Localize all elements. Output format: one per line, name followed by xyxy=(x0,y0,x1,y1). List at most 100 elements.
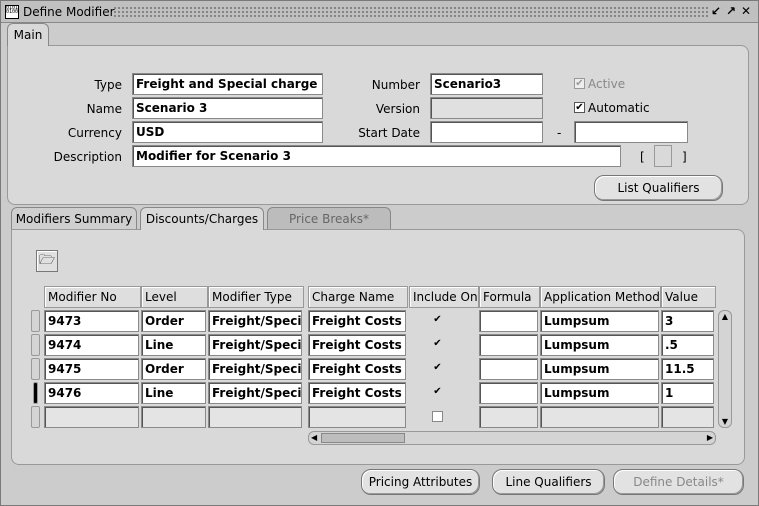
cell-modifier-type[interactable] xyxy=(208,406,302,428)
scroll-right-icon[interactable]: ▶ xyxy=(707,432,713,444)
start-date-label: Start Date xyxy=(358,126,420,140)
cell-application-method[interactable]: Lumpsum xyxy=(540,334,659,356)
number-field[interactable]: Scenario3 xyxy=(430,73,543,95)
automatic-check-icon: ✔ xyxy=(575,102,584,113)
cell-level[interactable]: Order xyxy=(141,310,206,332)
window-title: Define Modifier xyxy=(23,5,115,19)
version-field xyxy=(430,97,543,119)
list-qualifiers-button[interactable]: List Qualifiers xyxy=(594,175,723,201)
tab-main[interactable]: Main xyxy=(7,23,49,46)
cell-charge-name[interactable]: Freight Costs xyxy=(308,334,406,356)
cell-level[interactable]: Line xyxy=(141,334,206,356)
cell-modifier-no[interactable]: 9473 xyxy=(44,310,139,332)
horizontal-scroll-thumb[interactable] xyxy=(321,433,405,443)
cell-modifier-type[interactable]: Freight/Specia xyxy=(208,310,302,332)
cell-application-method[interactable] xyxy=(540,406,659,428)
number-label: Number xyxy=(371,78,420,92)
row-selector[interactable] xyxy=(31,334,40,356)
row-selector[interactable] xyxy=(33,382,38,404)
include-on-checkbox[interactable] xyxy=(432,411,443,422)
cell-modifier-no[interactable] xyxy=(44,406,139,428)
row-selector[interactable] xyxy=(31,310,40,332)
define-modifier-window: 0101 0100 Define Modifier ↙ ↗ ✕ Main Typ… xyxy=(0,0,759,506)
header-modifier-no: Modifier No xyxy=(44,286,141,308)
scroll-down-icon[interactable]: ▼ xyxy=(720,417,730,426)
name-field[interactable]: Scenario 3 xyxy=(132,97,323,119)
tab-discounts-charges[interactable]: Discounts/Charges xyxy=(140,207,264,230)
cell-application-method[interactable]: Lumpsum xyxy=(540,382,659,404)
cell-charge-name[interactable] xyxy=(308,406,406,428)
folder-open-icon[interactable]: 🗁 xyxy=(36,250,58,272)
cell-value[interactable] xyxy=(661,406,714,428)
cell-value[interactable]: 11.5 xyxy=(661,358,714,380)
cell-level[interactable]: Line xyxy=(141,382,206,404)
header-include-on: Include On xyxy=(409,286,479,308)
minimize-icon[interactable]: ↙ xyxy=(710,4,722,18)
header-charge-name: Charge Name xyxy=(308,286,408,308)
include-on-checkbox[interactable]: ✔ xyxy=(432,315,443,326)
cell-modifier-type[interactable]: Freight/Specia xyxy=(208,382,302,404)
scroll-left-icon[interactable]: ◀ xyxy=(311,432,317,444)
title-bar[interactable]: 0101 0100 Define Modifier ↙ ↗ ✕ xyxy=(1,1,758,23)
start-date-field[interactable] xyxy=(430,121,543,143)
end-date-field[interactable] xyxy=(574,121,688,143)
cell-modifier-no[interactable]: 9476 xyxy=(44,382,139,404)
cell-formula[interactable] xyxy=(479,406,538,428)
description-field[interactable]: Modifier for Scenario 3 xyxy=(132,145,621,167)
include-on-check-icon: ✔ xyxy=(433,314,442,325)
tab-modifiers-summary[interactable]: Modifiers Summary xyxy=(11,207,137,231)
cell-modifier-type[interactable]: Freight/Specia xyxy=(208,358,302,380)
header-modifier-type: Modifier Type xyxy=(208,286,304,308)
cell-value[interactable]: .5 xyxy=(661,334,714,356)
include-on-check-icon: ✔ xyxy=(433,362,442,373)
horizontal-scrollbar[interactable]: ◀ ▶ xyxy=(308,431,716,445)
row-selector[interactable] xyxy=(31,406,40,428)
cell-charge-name[interactable]: Freight Costs xyxy=(308,310,406,332)
maximize-icon[interactable]: ↗ xyxy=(725,4,737,18)
cell-value[interactable]: 3 xyxy=(661,310,714,332)
include-on-checkbox[interactable]: ✔ xyxy=(432,387,443,398)
include-on-checkbox[interactable]: ✔ xyxy=(432,339,443,350)
active-label: Active xyxy=(588,77,626,91)
tab-discounts-charges-label: Discounts/Charges xyxy=(145,212,259,226)
discounts-charges-panel: 🗁 Modifier No Level Modifier Type Charge… xyxy=(11,229,745,465)
cell-level[interactable] xyxy=(141,406,206,428)
type-label: Type xyxy=(94,78,122,92)
cell-application-method[interactable]: Lumpsum xyxy=(540,310,659,332)
currency-label: Currency xyxy=(67,126,122,140)
header-formula: Formula xyxy=(479,286,540,308)
define-details-button: Define Details* xyxy=(613,469,744,495)
automatic-label: Automatic xyxy=(588,101,650,115)
cell-value[interactable]: 1 xyxy=(661,382,714,404)
close-icon[interactable]: ✕ xyxy=(740,4,752,18)
cell-formula[interactable] xyxy=(479,334,538,356)
tab-price-breaks: Price Breaks* xyxy=(267,207,391,231)
descriptive-flexfield[interactable] xyxy=(654,145,672,167)
pricing-attributes-button[interactable]: Pricing Attributes xyxy=(361,469,480,495)
line-qualifiers-button[interactable]: Line Qualifiers xyxy=(492,469,605,495)
cell-modifier-no[interactable]: 9475 xyxy=(44,358,139,380)
header-application-method: Application Method xyxy=(540,286,661,308)
vertical-scrollbar[interactable]: ▲ ▼ xyxy=(718,310,732,428)
cell-formula[interactable] xyxy=(479,382,538,404)
cell-charge-name[interactable]: Freight Costs xyxy=(308,358,406,380)
cell-formula[interactable] xyxy=(479,358,538,380)
include-on-checkbox[interactable]: ✔ xyxy=(432,363,443,374)
description-label: Description xyxy=(53,150,122,164)
cell-charge-name[interactable]: Freight Costs xyxy=(308,382,406,404)
currency-field[interactable]: USD xyxy=(132,121,323,143)
cell-formula[interactable] xyxy=(479,310,538,332)
row-selector[interactable] xyxy=(31,358,40,380)
cell-application-method[interactable]: Lumpsum xyxy=(540,358,659,380)
cell-modifier-type[interactable]: Freight/Specia xyxy=(208,334,302,356)
main-panel: Type Freight and Special charge Li Name … xyxy=(7,45,749,205)
header-level: Level xyxy=(141,286,208,308)
cell-level[interactable]: Order xyxy=(141,358,206,380)
include-on-check-icon: ✔ xyxy=(433,386,442,397)
automatic-checkbox[interactable]: ✔ xyxy=(574,102,585,113)
cell-modifier-no[interactable]: 9474 xyxy=(44,334,139,356)
scroll-up-icon[interactable]: ▲ xyxy=(720,312,730,321)
tab-main-label: Main xyxy=(13,28,43,42)
tab-modifiers-summary-label: Modifiers Summary xyxy=(15,212,133,226)
type-field[interactable]: Freight and Special charge Li xyxy=(132,73,323,95)
